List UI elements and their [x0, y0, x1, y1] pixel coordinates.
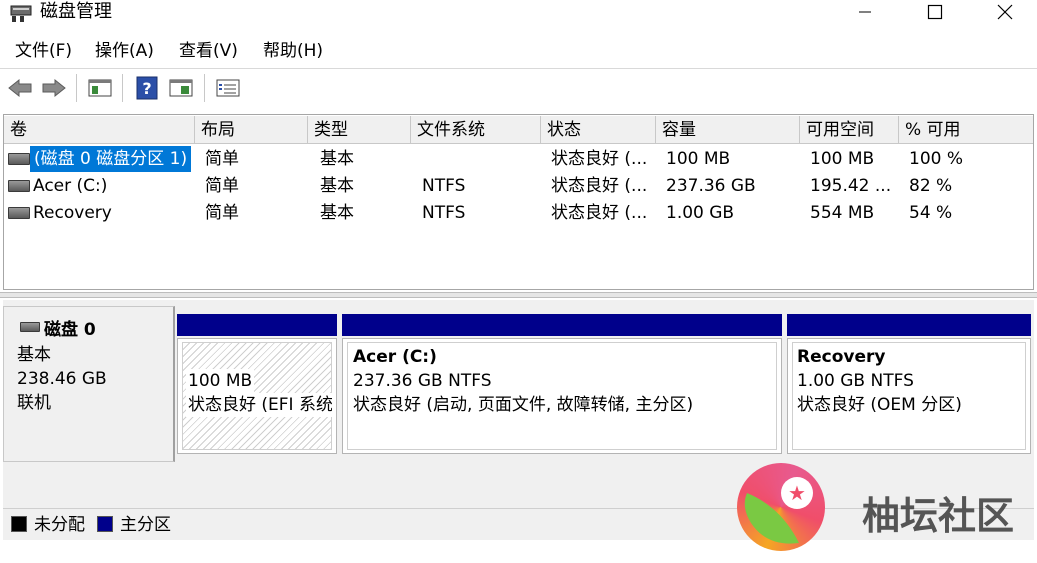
partition-title: Acer (C:) — [353, 347, 437, 367]
table-cell: 82 % — [909, 176, 953, 196]
partition-status: 状态良好 (EFI 系统 — [186, 393, 332, 417]
table-cell: 100 % — [909, 149, 964, 169]
watermark-star-icon: ★ — [788, 481, 806, 505]
partition-size: 237.36 GB NTFS — [353, 371, 492, 391]
checklist-icon[interactable] — [214, 75, 242, 101]
table-cell: 100 MB — [810, 149, 875, 169]
close-button[interactable] — [982, 0, 1028, 24]
drive-icon — [8, 153, 30, 165]
disk-management-app-icon — [10, 3, 34, 23]
table-cell: 简单 — [205, 203, 239, 223]
partition-header-bar — [177, 314, 337, 336]
disk-status: 联机 — [17, 393, 51, 413]
partition-size: 1.00 GB NTFS — [797, 371, 914, 391]
window-title: 磁盘管理 — [40, 1, 112, 22]
console-tree-icon[interactable] — [86, 75, 114, 101]
pane-splitter[interactable] — [0, 292, 1037, 298]
table-cell: NTFS — [422, 176, 466, 196]
menu-view[interactable]: 查看(V) — [179, 38, 238, 64]
menu-bar — [0, 36, 1037, 66]
partition-status: 状态良好 (OEM 分区) — [797, 395, 962, 415]
column-header-percent-free[interactable]: % 可用 — [899, 116, 1033, 144]
column-header-type[interactable]: 类型 — [308, 116, 411, 144]
drive-icon — [8, 207, 30, 219]
maximize-button[interactable] — [912, 0, 958, 24]
back-arrow-icon[interactable] — [6, 75, 34, 101]
table-row-volume[interactable]: (磁盘 0 磁盘分区 1) — [30, 146, 192, 172]
table-cell: 状态良好 (... — [551, 176, 648, 196]
table-cell: 状态良好 (... — [551, 203, 648, 223]
partition-size: 100 MB — [186, 369, 255, 393]
table-row-volume[interactable]: Recovery — [33, 200, 112, 226]
table-cell: 195.42 ... — [810, 176, 892, 196]
table-cell: 1.00 GB — [666, 203, 735, 223]
column-header-volume[interactable]: 卷 — [4, 116, 195, 144]
table-cell: 简单 — [205, 149, 239, 169]
column-header-status[interactable]: 状态 — [541, 116, 656, 144]
disk-name: 磁盘 0 — [44, 320, 96, 340]
column-header-layout[interactable]: 布局 — [195, 116, 308, 144]
forward-arrow-icon[interactable] — [40, 75, 68, 101]
partition-header-bar — [342, 314, 782, 336]
toolbar-separator — [204, 74, 205, 102]
table-cell: 100 MB — [666, 149, 731, 169]
menu-file[interactable]: 文件(F) — [15, 38, 72, 64]
toolbar-separator — [76, 74, 77, 102]
partition-header-bar — [787, 314, 1031, 336]
table-cell: 基本 — [320, 176, 354, 196]
menu-help[interactable]: 帮助(H) — [263, 38, 323, 64]
watermark-logo: ★ — [737, 463, 825, 551]
partition-title: Recovery — [797, 347, 886, 367]
table-cell: 54 % — [909, 203, 953, 223]
table-cell: 237.36 GB — [666, 176, 756, 196]
partition-status: 状态良好 (启动, 页面文件, 故障转储, 主分区) — [353, 395, 694, 415]
watermark-text: 柚坛社区 — [862, 493, 1015, 538]
table-cell: 554 MB — [810, 203, 875, 223]
toolbar-separator — [122, 74, 123, 102]
column-header-free-space[interactable]: 可用空间 — [800, 116, 899, 144]
legend-label-unallocated: 未分配 — [34, 515, 85, 535]
table-cell: NTFS — [422, 203, 466, 223]
table-row-volume[interactable]: Acer (C:) — [33, 173, 107, 199]
table-cell: 简单 — [205, 176, 239, 196]
column-header-filesystem[interactable]: 文件系统 — [411, 116, 541, 144]
table-cell: 基本 — [320, 203, 354, 223]
drive-icon — [8, 180, 30, 192]
legend-swatch-primary — [97, 516, 113, 532]
help-icon[interactable]: ? — [134, 75, 160, 101]
column-header-capacity[interactable]: 容量 — [656, 116, 800, 144]
table-cell: 基本 — [320, 149, 354, 169]
properties-icon[interactable] — [166, 75, 196, 101]
table-cell: 状态良好 (... — [551, 149, 648, 169]
legend-label-primary: 主分区 — [120, 515, 171, 535]
legend-swatch-unallocated — [11, 516, 27, 532]
minimize-button[interactable] — [842, 0, 888, 24]
disk-size: 238.46 GB — [17, 369, 107, 389]
menu-action[interactable]: 操作(A) — [95, 38, 154, 64]
help-glyph: ? — [142, 79, 151, 98]
disk-type: 基本 — [17, 345, 51, 365]
disk-icon — [20, 322, 40, 332]
